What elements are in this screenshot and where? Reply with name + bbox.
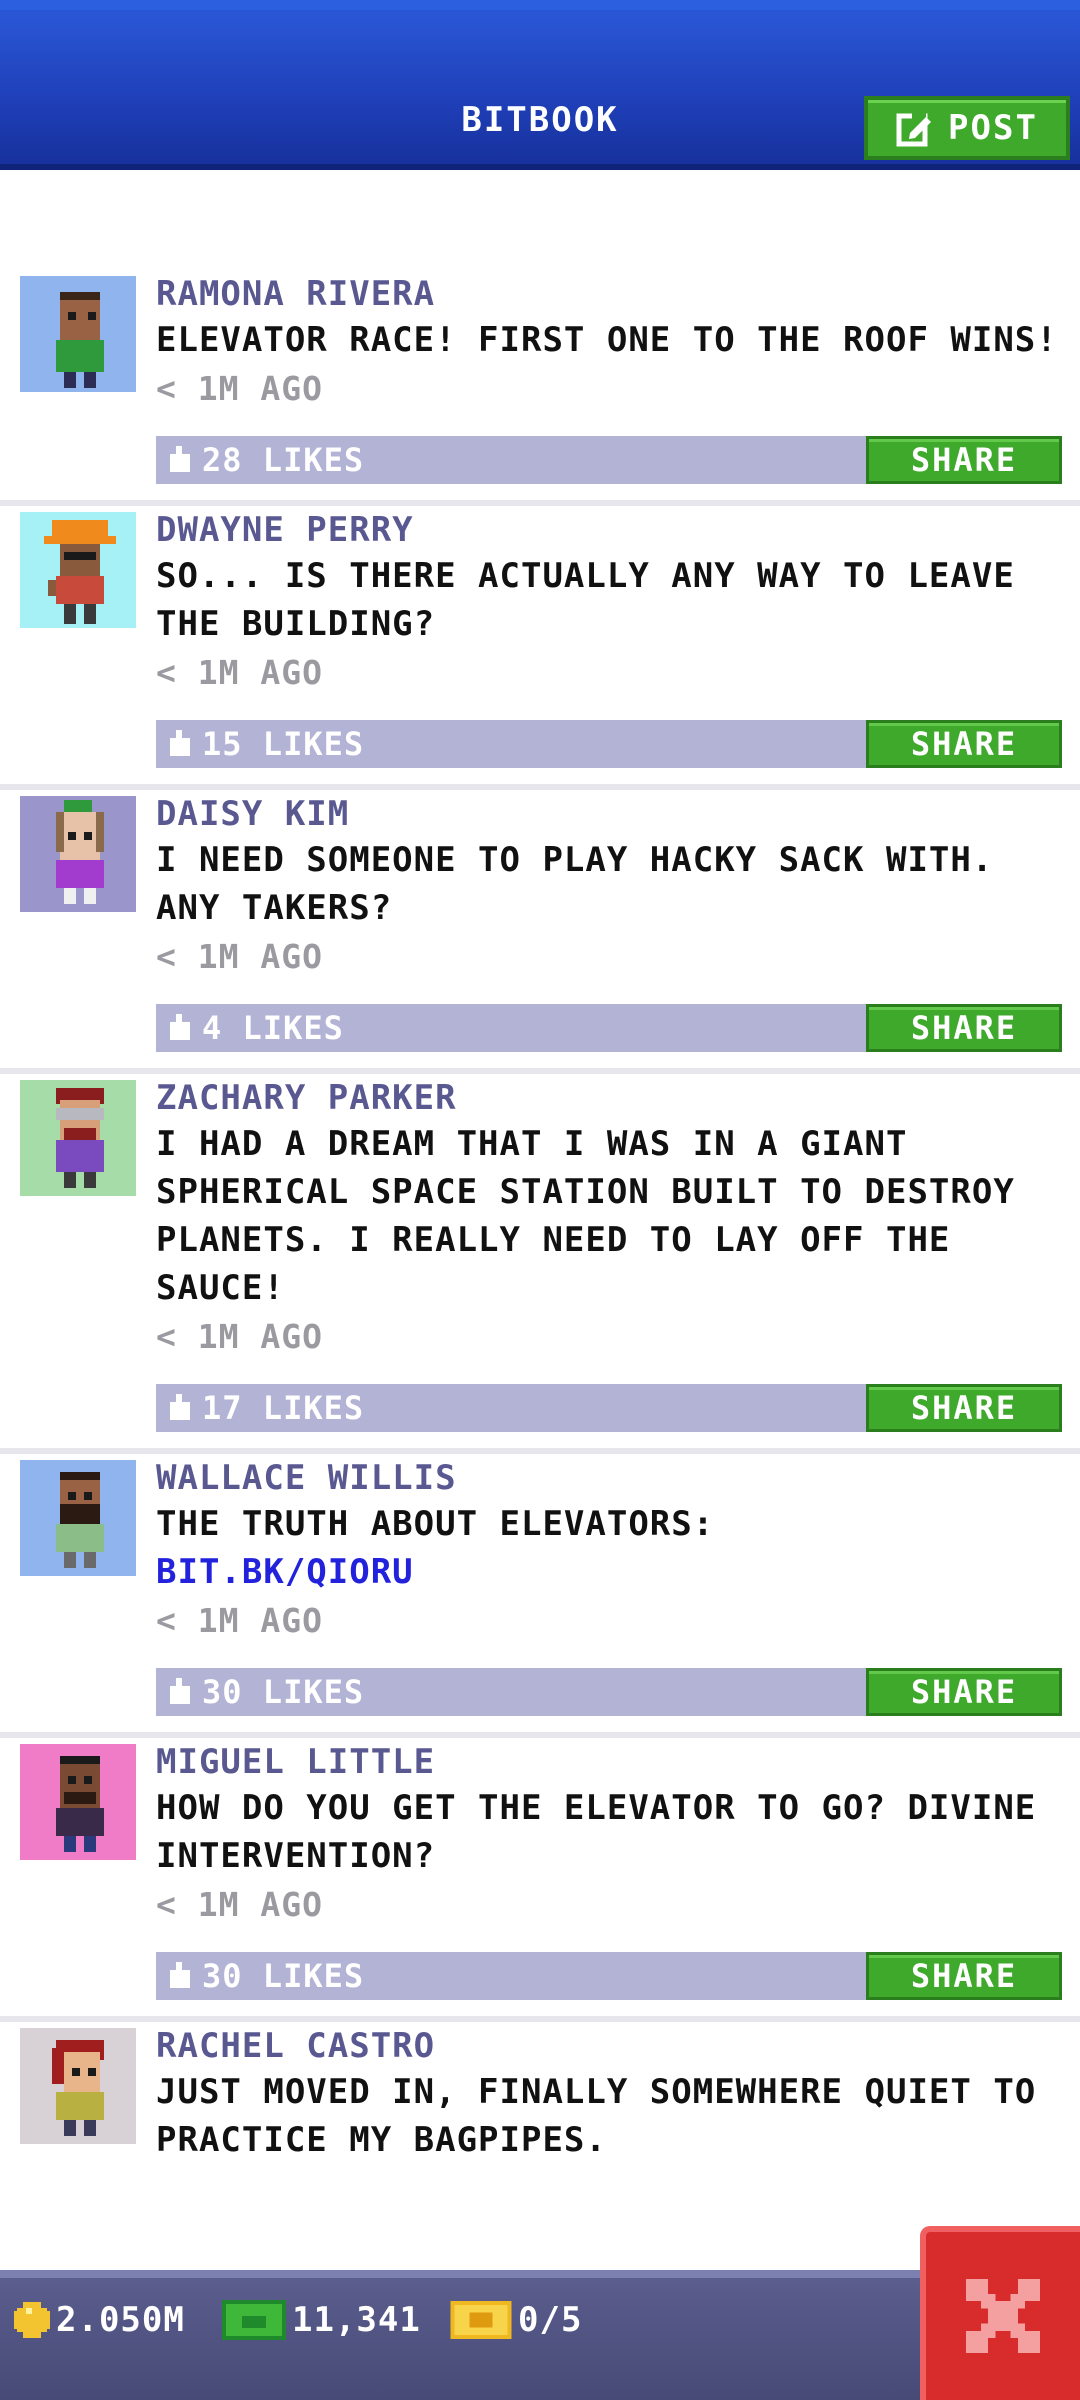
post-author: MIGUEL LITTLE	[156, 1742, 436, 1782]
thumbs-up-icon[interactable]	[166, 1394, 194, 1422]
avatar[interactable]	[20, 1744, 136, 1860]
post-likes: 30 LIKES	[202, 1957, 365, 1995]
post-likes: 30 LIKES	[202, 1673, 365, 1711]
status-bar: 2.050M 11,341 0/5	[0, 2270, 1080, 2400]
thumbs-up-icon[interactable]	[166, 730, 194, 758]
post-text: JUST MOVED IN, FINALLY SOMEWHERE QUIET T…	[156, 2072, 1037, 2160]
likes-bar: 17 LIKES SHARE	[156, 1384, 1062, 1432]
avatar[interactable]	[20, 2028, 136, 2144]
avatar[interactable]	[20, 276, 136, 392]
feed-post: ZACHARY PARKER I HAD A DREAM THAT I WAS …	[0, 1074, 1080, 1454]
post-author: ZACHARY PARKER	[156, 1078, 457, 1118]
feed-post: MIGUEL LITTLE HOW DO YOU GET THE ELEVATO…	[0, 1738, 1080, 2022]
post-button-label: POST	[948, 108, 1038, 148]
coins-value: 2.050M	[56, 2300, 185, 2340]
likes-bar: 30 LIKES SHARE	[156, 1668, 1062, 1716]
share-button[interactable]: SHARE	[866, 436, 1062, 484]
tickets-stat: 0/5	[450, 2300, 582, 2340]
bux-icon	[222, 2300, 286, 2340]
post-link[interactable]: BIT.BK/QIORU	[156, 1552, 414, 1592]
coins-stat: 2.050M	[14, 2300, 185, 2340]
thumbs-up-icon[interactable]	[166, 446, 194, 474]
share-button[interactable]: SHARE	[866, 1384, 1062, 1432]
post-time: < 1M AGO	[156, 937, 323, 976]
tickets-value: 0/5	[518, 2300, 583, 2340]
likes-bar: 30 LIKES SHARE	[156, 1952, 1062, 2000]
post-author: DAISY KIM	[156, 794, 350, 834]
avatar[interactable]	[20, 512, 136, 628]
post-text: SO... IS THERE ACTUALLY ANY WAY TO LEAVE…	[156, 556, 1015, 644]
post-author: WALLACE WILLIS	[156, 1458, 457, 1498]
post-time: < 1M AGO	[156, 1885, 323, 1924]
avatar[interactable]	[20, 796, 136, 912]
compose-icon	[896, 111, 932, 147]
post-likes: 17 LIKES	[202, 1389, 365, 1427]
close-button[interactable]	[920, 2226, 1080, 2400]
post-time: < 1M AGO	[156, 1317, 323, 1356]
share-button[interactable]: SHARE	[866, 1952, 1062, 2000]
bux-value: 11,341	[292, 2300, 421, 2340]
feed-post: WALLACE WILLIS THE TRUTH ABOUT ELEVATORS…	[0, 1454, 1080, 1738]
feed-post: DAISY KIM I NEED SOMEONE TO PLAY HACKY S…	[0, 790, 1080, 1074]
share-button[interactable]: SHARE	[866, 1004, 1062, 1052]
ticket-icon	[450, 2301, 512, 2339]
share-button[interactable]: SHARE	[866, 720, 1062, 768]
post-likes: 28 LIKES	[202, 441, 365, 479]
post-time: < 1M AGO	[156, 1601, 323, 1640]
bux-stat: 11,341	[222, 2300, 421, 2340]
feed-post: DWAYNE PERRY SO... IS THERE ACTUALLY ANY…	[0, 506, 1080, 790]
post-text: I NEED SOMEONE TO PLAY HACKY SACK WITH. …	[156, 840, 994, 928]
post-text: I HAD A DREAM THAT I WAS IN A GIANT SPHE…	[156, 1124, 1015, 1308]
thumbs-up-icon[interactable]	[166, 1962, 194, 1990]
post-button[interactable]: POST	[864, 96, 1070, 160]
feed-post: RACHEL CASTRO JUST MOVED IN, FINALLY SOM…	[0, 2022, 1080, 2164]
post-author: RACHEL CASTRO	[156, 2026, 436, 2066]
thumbs-up-icon[interactable]	[166, 1678, 194, 1706]
post-likes: 15 LIKES	[202, 725, 365, 763]
bitbook-feed[interactable]: RAMONA RIVERA ELEVATOR RACE! FIRST ONE T…	[0, 270, 1080, 2164]
post-text: THE TRUTH ABOUT ELEVATORS: BIT.BK/QIORU	[156, 1504, 715, 1592]
post-time: < 1M AGO	[156, 653, 323, 692]
coin-icon	[14, 2302, 50, 2338]
feed-post: RAMONA RIVERA ELEVATOR RACE! FIRST ONE T…	[0, 270, 1080, 506]
app-header: BITBOOK POST	[0, 0, 1080, 170]
post-text: ELEVATOR RACE! FIRST ONE TO THE ROOF WIN…	[156, 320, 1058, 360]
post-text: HOW DO YOU GET THE ELEVATOR TO GO? DIVIN…	[156, 1788, 1037, 1876]
likes-bar: 15 LIKES SHARE	[156, 720, 1062, 768]
thumbs-up-icon[interactable]	[166, 1014, 194, 1042]
avatar[interactable]	[20, 1460, 136, 1576]
post-author: RAMONA RIVERA	[156, 274, 436, 314]
post-likes: 4 LIKES	[202, 1009, 344, 1047]
likes-bar: 4 LIKES SHARE	[156, 1004, 1062, 1052]
likes-bar: 28 LIKES SHARE	[156, 436, 1062, 484]
post-time: < 1M AGO	[156, 369, 323, 408]
post-author: DWAYNE PERRY	[156, 510, 414, 550]
share-button[interactable]: SHARE	[866, 1668, 1062, 1716]
close-icon	[966, 2279, 1040, 2353]
avatar[interactable]	[20, 1080, 136, 1196]
